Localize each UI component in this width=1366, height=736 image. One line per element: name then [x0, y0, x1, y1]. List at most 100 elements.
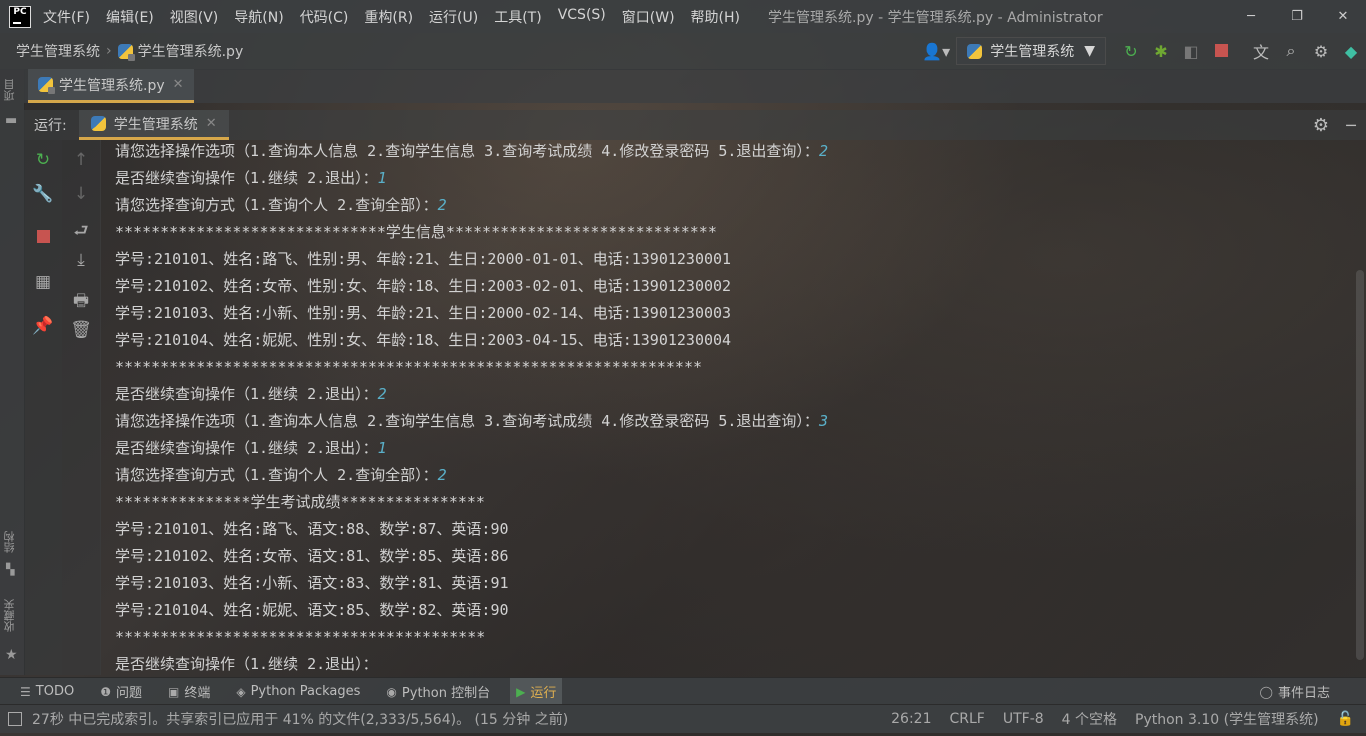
console-line: 是否继续查询操作（1.继续 2.退出）：1 [101, 437, 1354, 464]
tool-tab-todo[interactable]: ☰ TODO [14, 678, 80, 705]
line-separator[interactable]: CRLF [950, 711, 985, 727]
menu-item[interactable]: 重构(R) [364, 7, 413, 27]
menu-item[interactable]: VCS(S) [558, 7, 606, 27]
console-line: 是否继续查询操作（1.继续 2.退出）： [101, 653, 1354, 675]
cursor-position[interactable]: 26:21 [891, 711, 931, 727]
menu-item[interactable]: 运行(U) [429, 7, 478, 27]
tool-window-tabs: ☰ TODO ❶ 问题 ▣ 终端 ◈ Python Packages ◉ Python 控制台 ▶ 运… [0, 677, 1366, 705]
tool-tab-terminal[interactable]: ▣ 终端 [162, 678, 216, 705]
project-tool-label[interactable]: 项目 [2, 79, 18, 101]
console-user-input: 1 [377, 169, 387, 187]
rerun-icon[interactable]: ↻ [1116, 42, 1146, 61]
menu-item[interactable]: 帮助(H) [691, 7, 740, 27]
console-user-input: 2 [437, 196, 447, 214]
hide-panel-icon[interactable]: ─ [1336, 116, 1366, 135]
console-line-text: 是否继续查询操作（1.继续 2.退出）： [115, 385, 378, 403]
console-line-text: 请您选择操作选项（1.查询本人信息 2.查询学生信息 3.查询考试成绩 4.修改… [115, 142, 819, 160]
minimize-button[interactable]: ─ [1228, 9, 1274, 24]
structure-icon[interactable]: ▚ [6, 563, 14, 576]
gear-icon[interactable]: ⚙ [1306, 42, 1336, 61]
editor-tab[interactable]: 学生管理系统.py ✕ [28, 69, 194, 103]
run-panel-header: 运行: 学生管理系统 ✕ ⚙ ─ [24, 110, 1366, 140]
structure-tool-label[interactable]: 结构 [2, 531, 18, 553]
rerun-icon[interactable]: ↻ [24, 150, 62, 170]
tool-tab-problems[interactable]: ❶ 问题 [94, 678, 148, 705]
tool-tab-label: 运行 [530, 686, 557, 701]
plugin-icon[interactable]: ◆ [1336, 42, 1366, 61]
translate-icon[interactable]: 文 [1246, 39, 1276, 63]
pin-icon[interactable]: 📌 [24, 316, 62, 336]
coverage-icon[interactable]: ◧ [1176, 42, 1206, 61]
run-tab[interactable]: 学生管理系统 ✕ [78, 110, 229, 140]
soft-wrap-icon[interactable]: ⮐ [62, 218, 100, 247]
event-log-tab[interactable]: ◯ 事件日志 [1254, 678, 1336, 705]
debug-icon[interactable]: ✱ [1146, 42, 1176, 61]
user-icon[interactable]: 👤▾ [916, 42, 956, 61]
menu-item[interactable]: 视图(V) [170, 7, 219, 27]
console-user-input: 2 [818, 142, 828, 160]
trash-icon[interactable]: 🗑 [62, 320, 100, 340]
close-run-tab-icon[interactable]: ✕ [206, 116, 217, 131]
pycharm-logo: PC [9, 5, 31, 28]
run-icon: ▶ [516, 684, 526, 699]
tool-tab-python-console[interactable]: ◉ Python 控制台 [380, 678, 496, 705]
lock-icon[interactable]: 🔓 [1337, 711, 1354, 727]
python-interpreter[interactable]: Python 3.10 (学生管理系统) [1135, 709, 1319, 729]
terminal-icon: ▣ [167, 684, 180, 699]
breadcrumb-project[interactable]: 学生管理系统 [16, 41, 100, 61]
editor-tab-label: 学生管理系统.py [59, 77, 165, 94]
menu-item[interactable]: 导航(N) [234, 7, 283, 27]
status-bar: 27秒 中已完成索引。共享索引已应用于 41% 的文件(2,333/5,564)… [0, 704, 1366, 733]
console-line: 学号:210104、姓名:妮妮、性别:女、年龄:18、生日:2003-04-15… [101, 329, 1354, 356]
console-line: 请您选择操作选项（1.查询本人信息 2.查询学生信息 3.查询考试成绩 4.修改… [101, 410, 1354, 437]
restore-button[interactable]: ❐ [1274, 9, 1320, 24]
favorites-tool-label[interactable]: 收藏夹 [2, 599, 18, 632]
wrench-icon[interactable]: 🔧 [24, 184, 62, 204]
menu-item[interactable]: 编辑(E) [106, 7, 154, 27]
run-config-selector[interactable]: 学生管理系统 ▼ [956, 37, 1106, 65]
folder-icon[interactable]: ▬ [5, 113, 17, 128]
tool-tab-run[interactable]: ▶ 运行 [510, 678, 563, 705]
problems-icon: ❶ [100, 684, 111, 699]
stop-icon[interactable] [24, 228, 62, 248]
console-line: 是否继续查询操作（1.继续 2.退出）：2 [101, 383, 1354, 410]
console-line: 请您选择查询方式（1.查询个人 2.查询全部）：2 [101, 464, 1354, 491]
arrow-down-icon[interactable]: ↓ [62, 184, 100, 204]
console-output[interactable]: 请您选择操作选项（1.查询本人信息 2.查询学生信息 3.查询考试成绩 4.修改… [101, 140, 1354, 675]
console-line-text: 是否继续查询操作（1.继续 2.退出）： [115, 439, 378, 457]
python-packages-icon: ◈ [236, 684, 246, 699]
console-line-text: 是否继续查询操作（1.继续 2.退出）： [115, 169, 378, 187]
status-square-icon[interactable] [8, 712, 22, 726]
star-icon[interactable]: ★ [5, 647, 18, 663]
arrow-up-icon[interactable]: ↑ [62, 150, 100, 170]
console-line: ****************************************… [101, 626, 1354, 653]
menu-item[interactable]: 工具(T) [494, 7, 541, 27]
menu-item[interactable]: 代码(C) [300, 7, 349, 27]
search-icon[interactable]: ⌕ [1276, 41, 1306, 61]
breadcrumb-file[interactable]: 学生管理系统.py [138, 41, 244, 61]
close-tab-icon[interactable]: ✕ [173, 77, 184, 92]
menu-item[interactable]: 文件(F) [43, 7, 90, 27]
tool-tab-python-packages[interactable]: ◈ Python Packages [230, 678, 366, 705]
tool-tab-label: TODO [35, 684, 75, 699]
console-scrollbar[interactable] [1356, 270, 1364, 660]
console-line-text: ****************************************… [115, 628, 486, 646]
run-toolbar-secondary: ↑ ↓ ⮐ ⤓ 🖶 🗑 [62, 140, 101, 675]
run-settings-gear-icon[interactable]: ⚙ [1306, 115, 1336, 136]
run-tab-label: 学生管理系统 [113, 116, 198, 133]
scroll-to-end-icon[interactable]: ⤓ [62, 250, 100, 270]
console-line-text: 是否继续查询操作（1.继续 2.退出）： [115, 655, 378, 673]
print-icon[interactable]: 🖶 [62, 288, 100, 317]
file-encoding[interactable]: UTF-8 [1003, 711, 1044, 727]
left-tool-strip: 项目 ▬ 结构 ▚ 收藏夹 ★ [0, 69, 25, 675]
layout-icon[interactable]: ▦ [24, 272, 62, 292]
tool-tab-list: ☰ TODO ❶ 问题 ▣ 终端 ◈ Python Packages ◉ Python 控制台 ▶ 运… [0, 678, 563, 705]
console-line: 学号:210101、姓名:路飞、性别:男、年龄:21、生日:2000-01-01… [101, 248, 1354, 275]
console-line-text: 学号:210101、姓名:路飞、性别:男、年龄:21、生日:2000-01-01… [115, 250, 732, 268]
menu-item[interactable]: 窗口(W) [622, 7, 675, 27]
status-message[interactable]: 27秒 中已完成索引。共享索引已应用于 41% 的文件(2,333/5,564)… [32, 709, 568, 729]
indent-setting[interactable]: 4 个空格 [1062, 709, 1117, 729]
close-window-button[interactable]: ✕ [1320, 9, 1366, 24]
chevron-right-icon: › [106, 43, 112, 59]
stop-icon[interactable] [1206, 42, 1236, 61]
